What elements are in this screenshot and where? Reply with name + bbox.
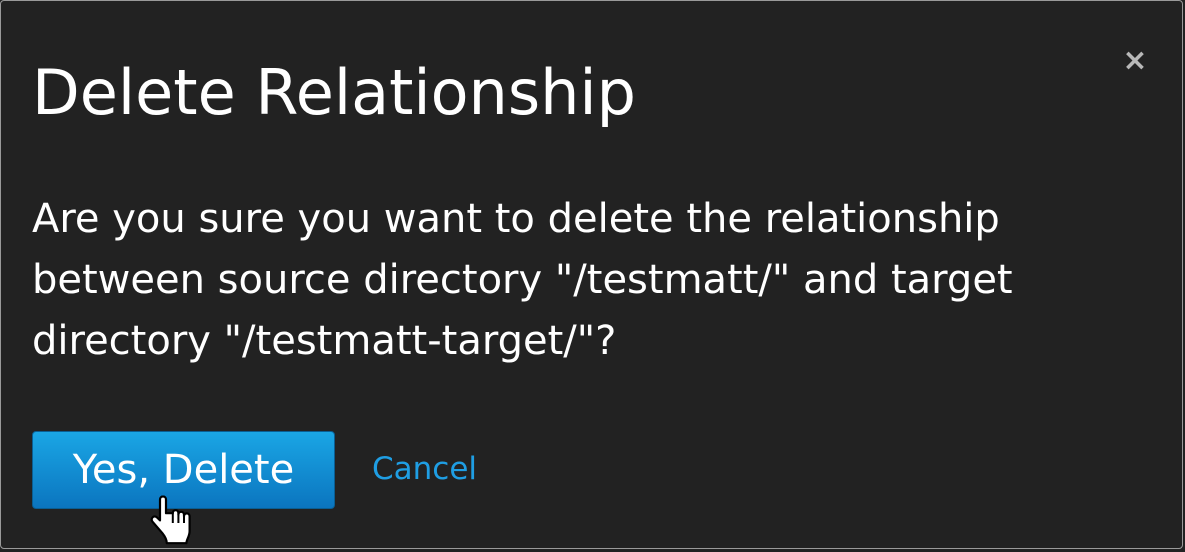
- cancel-link[interactable]: Cancel: [372, 449, 477, 489]
- message-line: directory "/testmatt-target/"?: [32, 318, 617, 364]
- confirmation-message: Are you sure you want to delete the rela…: [32, 189, 1152, 372]
- delete-relationship-dialog: × Delete Relationship Are you sure you w…: [0, 0, 1183, 549]
- message-line: between source directory "/testmatt/" an…: [32, 257, 1013, 303]
- close-icon[interactable]: ×: [1118, 41, 1152, 81]
- hand-pointer-cursor-icon: [150, 495, 191, 545]
- dialog-title: Delete Relationship: [32, 56, 637, 129]
- message-line: Are you sure you want to delete the rela…: [32, 196, 1000, 242]
